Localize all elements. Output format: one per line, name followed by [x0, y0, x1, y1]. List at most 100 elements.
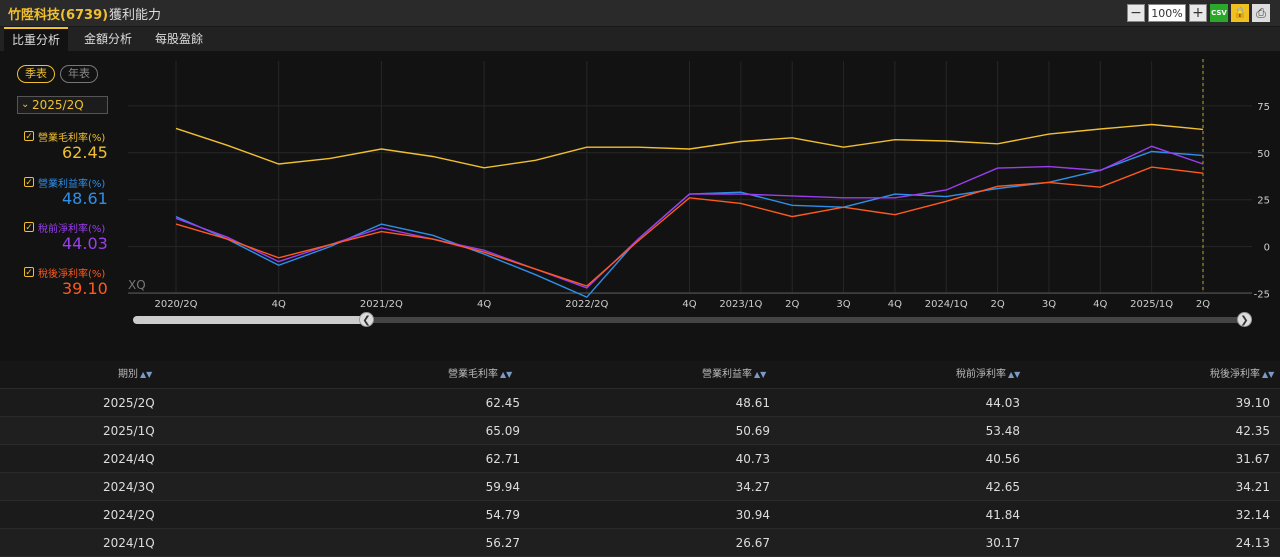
sort-icon: ▲▼ [500, 370, 513, 379]
legend-label: 稅前淨利率(%) [38, 224, 106, 235]
chart-scrollbar[interactable]: ❮ ❯ [133, 312, 1253, 327]
legend-value: 44.03 [62, 234, 108, 253]
scroll-right-icon[interactable]: ❯ [1237, 312, 1252, 327]
table-row[interactable]: 2024/4Q 62.71 40.73 40.56 31.67 [0, 445, 1280, 473]
x-tick-label: 2Q [1196, 299, 1210, 310]
legend-value: 62.45 [62, 143, 108, 162]
cell-value: 32.14 [1235, 508, 1270, 522]
legend-value: 48.61 [62, 189, 108, 208]
cell-value: 40.56 [985, 452, 1020, 466]
season-toggle-button[interactable]: 季表 [17, 65, 55, 83]
cell-value: 62.45 [485, 396, 520, 410]
cell-value: 65.09 [485, 424, 520, 438]
table-body: 2025/2Q 62.45 48.61 44.03 39.10 2025/1Q 65.09 5… [0, 389, 1280, 557]
cell-period: 2024/3Q [103, 480, 155, 494]
header-net-margin[interactable]: 稅後淨利率 ▲▼ [1210, 361, 1274, 389]
zoom-level[interactable]: 100% [1148, 4, 1186, 22]
cell-period: 2024/1Q [103, 536, 155, 550]
toolbar: − 100% + CSV 🔒 ⎙ [1127, 3, 1270, 23]
legend-label: 營業毛利率(%) [38, 133, 106, 144]
lock-icon[interactable]: 🔒 [1231, 4, 1249, 22]
cell-value: 30.94 [735, 508, 770, 522]
checkbox-icon[interactable]: ✓ [24, 222, 34, 233]
year-toggle-button[interactable]: 年表 [60, 65, 98, 83]
x-tick-label: 4Q [477, 299, 491, 310]
cell-value: 39.10 [1235, 396, 1270, 410]
cell-value: 34.27 [735, 480, 770, 494]
x-tick-label: 4Q [1093, 299, 1107, 310]
sort-icon: ▲▼ [754, 370, 767, 379]
zoom-out-button[interactable]: − [1127, 4, 1145, 22]
checkbox-icon[interactable]: ✓ [24, 131, 34, 142]
profitability-table: 期別 ▲▼ 營業毛利率 ▲▼ 營業利益率 ▲▼ 稅前淨利率 ▲▼ 稅後淨利率 ▲▼ 202… [0, 361, 1280, 557]
table-header: 期別 ▲▼ 營業毛利率 ▲▼ 營業利益率 ▲▼ 稅前淨利率 ▲▼ 稅後淨利率 ▲▼ [0, 361, 1280, 389]
y-tick-label: 0 [1264, 243, 1270, 254]
cell-period: 2025/2Q [103, 396, 155, 410]
x-tick-label: 3Q [1042, 299, 1056, 310]
page-subtitle: 獲利能力 [109, 8, 162, 23]
header-gross-margin[interactable]: 營業毛利率 ▲▼ [448, 361, 512, 389]
scrollbar-thumb[interactable] [133, 316, 365, 324]
table-row[interactable]: 2025/2Q 62.45 48.61 44.03 39.10 [0, 389, 1280, 417]
table-row[interactable]: 2024/3Q 59.94 34.27 42.65 34.21 [0, 473, 1280, 501]
cell-value: 40.73 [735, 452, 770, 466]
y-tick-label: 50 [1257, 149, 1270, 160]
chart-panel: 75 50 25 0 -25 2020/2Q 4Q 2021/2Q 4Q 2022/2Q 4Q 202… [0, 51, 1280, 361]
cell-value: 56.27 [485, 536, 520, 550]
tab-ratio-analysis[interactable]: 比重分析 [4, 27, 69, 53]
title-bar: 竹陞科技(6739) 獲利能力 − 100% + CSV 🔒 ⎙ [0, 0, 1280, 26]
sort-icon: ▲▼ [140, 370, 153, 379]
stock-title: 竹陞科技(6739) [8, 8, 109, 23]
cell-value: 53.48 [985, 424, 1020, 438]
table-row[interactable]: 2025/1Q 65.09 50.69 53.48 42.35 [0, 417, 1280, 445]
checkbox-icon[interactable]: ✓ [24, 267, 34, 278]
checkbox-icon[interactable]: ✓ [24, 177, 34, 188]
cell-value: 42.35 [1235, 424, 1270, 438]
header-period[interactable]: 期別 ▲▼ [118, 361, 152, 389]
x-tick-label: 2025/1Q [1130, 299, 1173, 310]
legend-label: 稅後淨利率(%) [38, 269, 106, 280]
table-row[interactable]: 2024/2Q 54.79 30.94 41.84 32.14 [0, 501, 1280, 529]
cell-value: 34.21 [1235, 480, 1270, 494]
xq-watermark: XQ [128, 278, 146, 292]
chevron-down-icon: ⌄ [21, 99, 30, 110]
x-tick-label: 4Q [682, 299, 696, 310]
cell-value: 44.03 [985, 396, 1020, 410]
scroll-left-icon[interactable]: ❮ [359, 312, 374, 327]
cell-value: 48.61 [735, 396, 770, 410]
cell-value: 41.84 [985, 508, 1020, 522]
legend-value: 39.10 [62, 279, 108, 298]
y-tick-label: 25 [1257, 196, 1270, 207]
cell-period: 2024/4Q [103, 452, 155, 466]
x-tick-label: 2021/2Q [360, 299, 403, 310]
cell-value: 59.94 [485, 480, 520, 494]
cell-period: 2025/1Q [103, 424, 155, 438]
table-row[interactable]: 2024/1Q 56.27 26.67 30.17 24.13 [0, 529, 1280, 557]
cell-value: 42.65 [985, 480, 1020, 494]
cell-value: 26.67 [735, 536, 770, 550]
y-tick-label: -25 [1254, 289, 1270, 300]
zoom-in-button[interactable]: + [1189, 4, 1207, 22]
x-tick-label: 4Q [888, 299, 902, 310]
header-operating-margin[interactable]: 營業利益率 ▲▼ [702, 361, 766, 389]
x-tick-label: 2023/1Q [719, 299, 762, 310]
period-select[interactable]: ⌄ 2025/2Q [17, 96, 108, 114]
period-value: 2025/2Q [32, 98, 84, 112]
legend-panel: 季表 年表 ⌄ 2025/2Q ✓ 營業毛利率(%) 62.45 ✓ 營業利益率… [0, 51, 120, 361]
cell-value: 62.71 [485, 452, 520, 466]
cell-value: 50.69 [735, 424, 770, 438]
tab-eps[interactable]: 每股盈餘 [147, 27, 211, 51]
sort-icon: ▲▼ [1262, 370, 1275, 379]
legend-label: 營業利益率(%) [38, 179, 106, 190]
x-tick-label: 2Q [990, 299, 1004, 310]
cell-value: 30.17 [985, 536, 1020, 550]
cell-value: 24.13 [1235, 536, 1270, 550]
x-tick-label: 2020/2Q [154, 299, 197, 310]
tab-amount-analysis[interactable]: 金額分析 [76, 27, 140, 51]
cell-period: 2024/2Q [103, 508, 155, 522]
print-icon[interactable]: ⎙ [1252, 4, 1270, 22]
header-pretax-margin[interactable]: 稅前淨利率 ▲▼ [956, 361, 1020, 389]
x-tick-label: 4Q [272, 299, 286, 310]
csv-export-button[interactable]: CSV [1210, 4, 1228, 22]
y-tick-label: 75 [1257, 102, 1270, 113]
